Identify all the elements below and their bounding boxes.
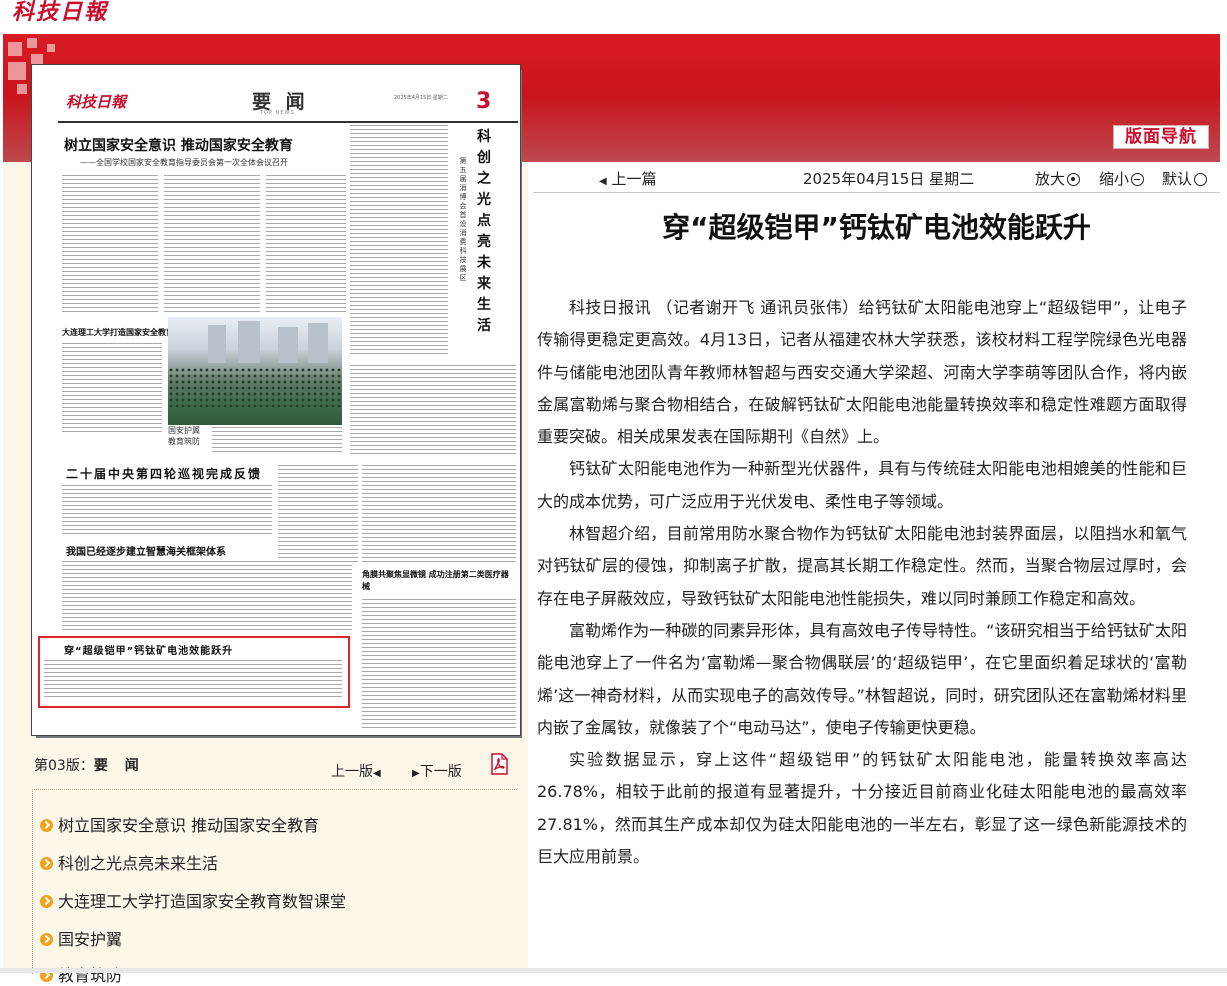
- text-column: [62, 485, 272, 535]
- list-item[interactable]: 教育筑防: [40, 962, 122, 986]
- text-column: [62, 343, 162, 435]
- zoom-in-icon: [1067, 173, 1081, 186]
- prev-page-label: 上一版: [331, 764, 373, 780]
- zoom-in-button[interactable]: 放大: [1035, 168, 1081, 189]
- text-column: [350, 125, 448, 355]
- photo-building: [238, 321, 260, 363]
- newspaper-date: 2025年4月15日 星期二: [394, 95, 448, 101]
- article-paragraph: 科技日报讯 （记者谢开飞 通讯员张伟）给钙钛矿太阳能电池穿上“超级铠甲”，让电子…: [537, 298, 1187, 447]
- thumb-headline-inspect[interactable]: 二十届中央第四轮巡视完成反馈: [66, 465, 262, 482]
- list-item-label: 大连理工大学打造国家安全教育数智课堂: [58, 892, 347, 911]
- header-rule: [58, 121, 518, 123]
- selected-article-highlight[interactable]: 穿“超级铠甲”钙钛矿电池效能跃升: [38, 636, 350, 708]
- photo-building: [308, 323, 328, 363]
- thumb-headline-device[interactable]: 角膜共聚焦显微镜 成功注册第二类医疗器械: [362, 569, 512, 593]
- page-nav-button[interactable]: 版面导航: [1113, 125, 1209, 149]
- photo-building: [208, 325, 226, 363]
- default-size-button[interactable]: 默认: [1162, 168, 1208, 189]
- zoom-out-button[interactable]: 缩小: [1099, 168, 1145, 189]
- banner-pixel: [17, 84, 27, 94]
- newspaper-section-sub: TOP NEWS: [260, 110, 295, 116]
- zoom-in-label: 放大: [1035, 170, 1066, 188]
- newspaper-logo: 科技日報: [66, 93, 127, 111]
- thumb-headline-sub: ——全国学校国家安全教育指导委员会第一次全体会议召开: [80, 158, 288, 167]
- thumb-headline-customs[interactable]: 我国已经逐步建立智慧海关框架体系: [66, 543, 226, 558]
- prev-article-label: 上一篇: [611, 170, 657, 188]
- list-item[interactable]: 国安护翼: [40, 926, 122, 950]
- article-paragraph: 林智超介绍，目前常用防水聚合物作为钙钛矿太阳能电池封装界面层，以阻挡水和氧气对钙…: [537, 524, 1187, 608]
- page-label-prefix: 第03版：: [34, 758, 94, 774]
- list-item[interactable]: 大连理工大学打造国家安全教育数智课堂: [40, 888, 346, 912]
- arrow-right-icon: ▶: [412, 768, 420, 779]
- text-column: [62, 175, 158, 315]
- banner-pixel: [27, 38, 37, 48]
- text-column: [212, 427, 342, 453]
- thumb-headline-vertical[interactable]: 科创之光点亮未来生活: [472, 127, 496, 337]
- zoom-out-label: 缩小: [1099, 170, 1130, 188]
- newspaper-page-thumbnail[interactable]: 科技日報 要 闻 TOP NEWS 2025年4月15日 星期二 3 树立国家安…: [31, 64, 521, 736]
- article-body: 科技日报讯 （记者谢开飞 通讯员张伟）给钙钛矿太阳能电池穿上“超级铠甲”，让电子…: [537, 292, 1187, 873]
- list-item[interactable]: 树立国家安全意识 推动国家安全教育: [40, 812, 319, 836]
- news-photo: [168, 317, 342, 425]
- photo-caption[interactable]: 国安护翼 教育筑防: [168, 425, 208, 447]
- article-paragraph: 钙钛矿太阳能电池作为一种新型光伏器件，具有与传统硅太阳能电池相媲美的性能和巨大的…: [537, 459, 1187, 511]
- article-date: 2025年04月15日 星期二: [803, 170, 975, 188]
- arrow-left-icon: ◀: [373, 768, 381, 779]
- list-item[interactable]: 科创之光点亮未来生活: [40, 850, 218, 874]
- text-column: [164, 175, 260, 315]
- article-paragraph: 实验数据显示，穿上这件“超级铠甲”的钙钛矿太阳能电池，能量转换效率高达26.78…: [537, 750, 1187, 867]
- zoom-out-icon: [1131, 173, 1145, 186]
- caret-left-icon: ◀: [599, 176, 607, 187]
- photo-building: [278, 327, 298, 363]
- next-page-link[interactable]: ▶下一版: [412, 761, 462, 781]
- default-size-label: 默认: [1162, 170, 1193, 188]
- text-column: [266, 175, 346, 315]
- list-item-label: 科创之光点亮未来生活: [58, 854, 219, 873]
- prev-article-link[interactable]: ◀ 上一篇: [599, 168, 657, 189]
- text-column: [44, 660, 342, 700]
- article-paragraph: 富勒烯作为一种碳的同素异形体，具有高效电子传导特性。“该研究相当于给钙钛矿太阳能…: [537, 620, 1187, 737]
- text-column: [362, 599, 516, 729]
- article-panel: ◀ 上一篇 2025年04月15日 星期二 放大 缩小 默认 穿“超级铠甲”钙钛…: [533, 162, 1220, 973]
- pdf-icon[interactable]: [488, 753, 510, 775]
- logo-strip: 科技日報: [0, 0, 1227, 34]
- page-label-section: 要 闻: [93, 758, 145, 774]
- page-label: 第03版：要 闻: [34, 755, 145, 775]
- arrow-bullet-icon: [40, 933, 53, 946]
- text-column: [362, 465, 516, 565]
- bottom-scrollbar[interactable]: [0, 968, 1227, 973]
- list-item-label: 国安护翼: [58, 930, 123, 949]
- text-column: [62, 561, 352, 631]
- thumb-headline-main[interactable]: 树立国家安全意识 推动国家安全教育: [64, 135, 293, 155]
- thumb-headline-battery: 穿“超级铠甲”钙钛矿电池效能跃升: [64, 646, 234, 657]
- text-column: [350, 365, 516, 455]
- arrow-bullet-icon: [40, 819, 53, 832]
- newspaper-page-number: 3: [476, 89, 492, 114]
- prev-page-link[interactable]: 上一版◀: [331, 761, 381, 781]
- arrow-bullet-icon: [40, 895, 53, 908]
- banner-pixel: [47, 44, 55, 52]
- banner-pixel: [8, 42, 22, 56]
- article-toolbar: ◀ 上一篇 2025年04月15日 星期二 放大 缩小 默认: [533, 162, 1220, 193]
- text-column: [278, 465, 358, 565]
- default-size-icon: [1194, 173, 1208, 186]
- banner-pixel: [8, 62, 26, 80]
- list-item-label: 树立国家安全意识 推动国家安全教育: [58, 816, 320, 835]
- thumb-headline-vertical-sub: 第五届消博会首设消费科技展区: [459, 157, 467, 282]
- arrow-bullet-icon: [40, 857, 53, 870]
- site-logo: 科技日報: [12, 0, 109, 25]
- next-page-label: 下一版: [419, 764, 462, 780]
- article-title: 穿“超级铠甲”钙钛矿电池效能跃升: [662, 211, 1091, 244]
- photo-crowd: [168, 367, 342, 407]
